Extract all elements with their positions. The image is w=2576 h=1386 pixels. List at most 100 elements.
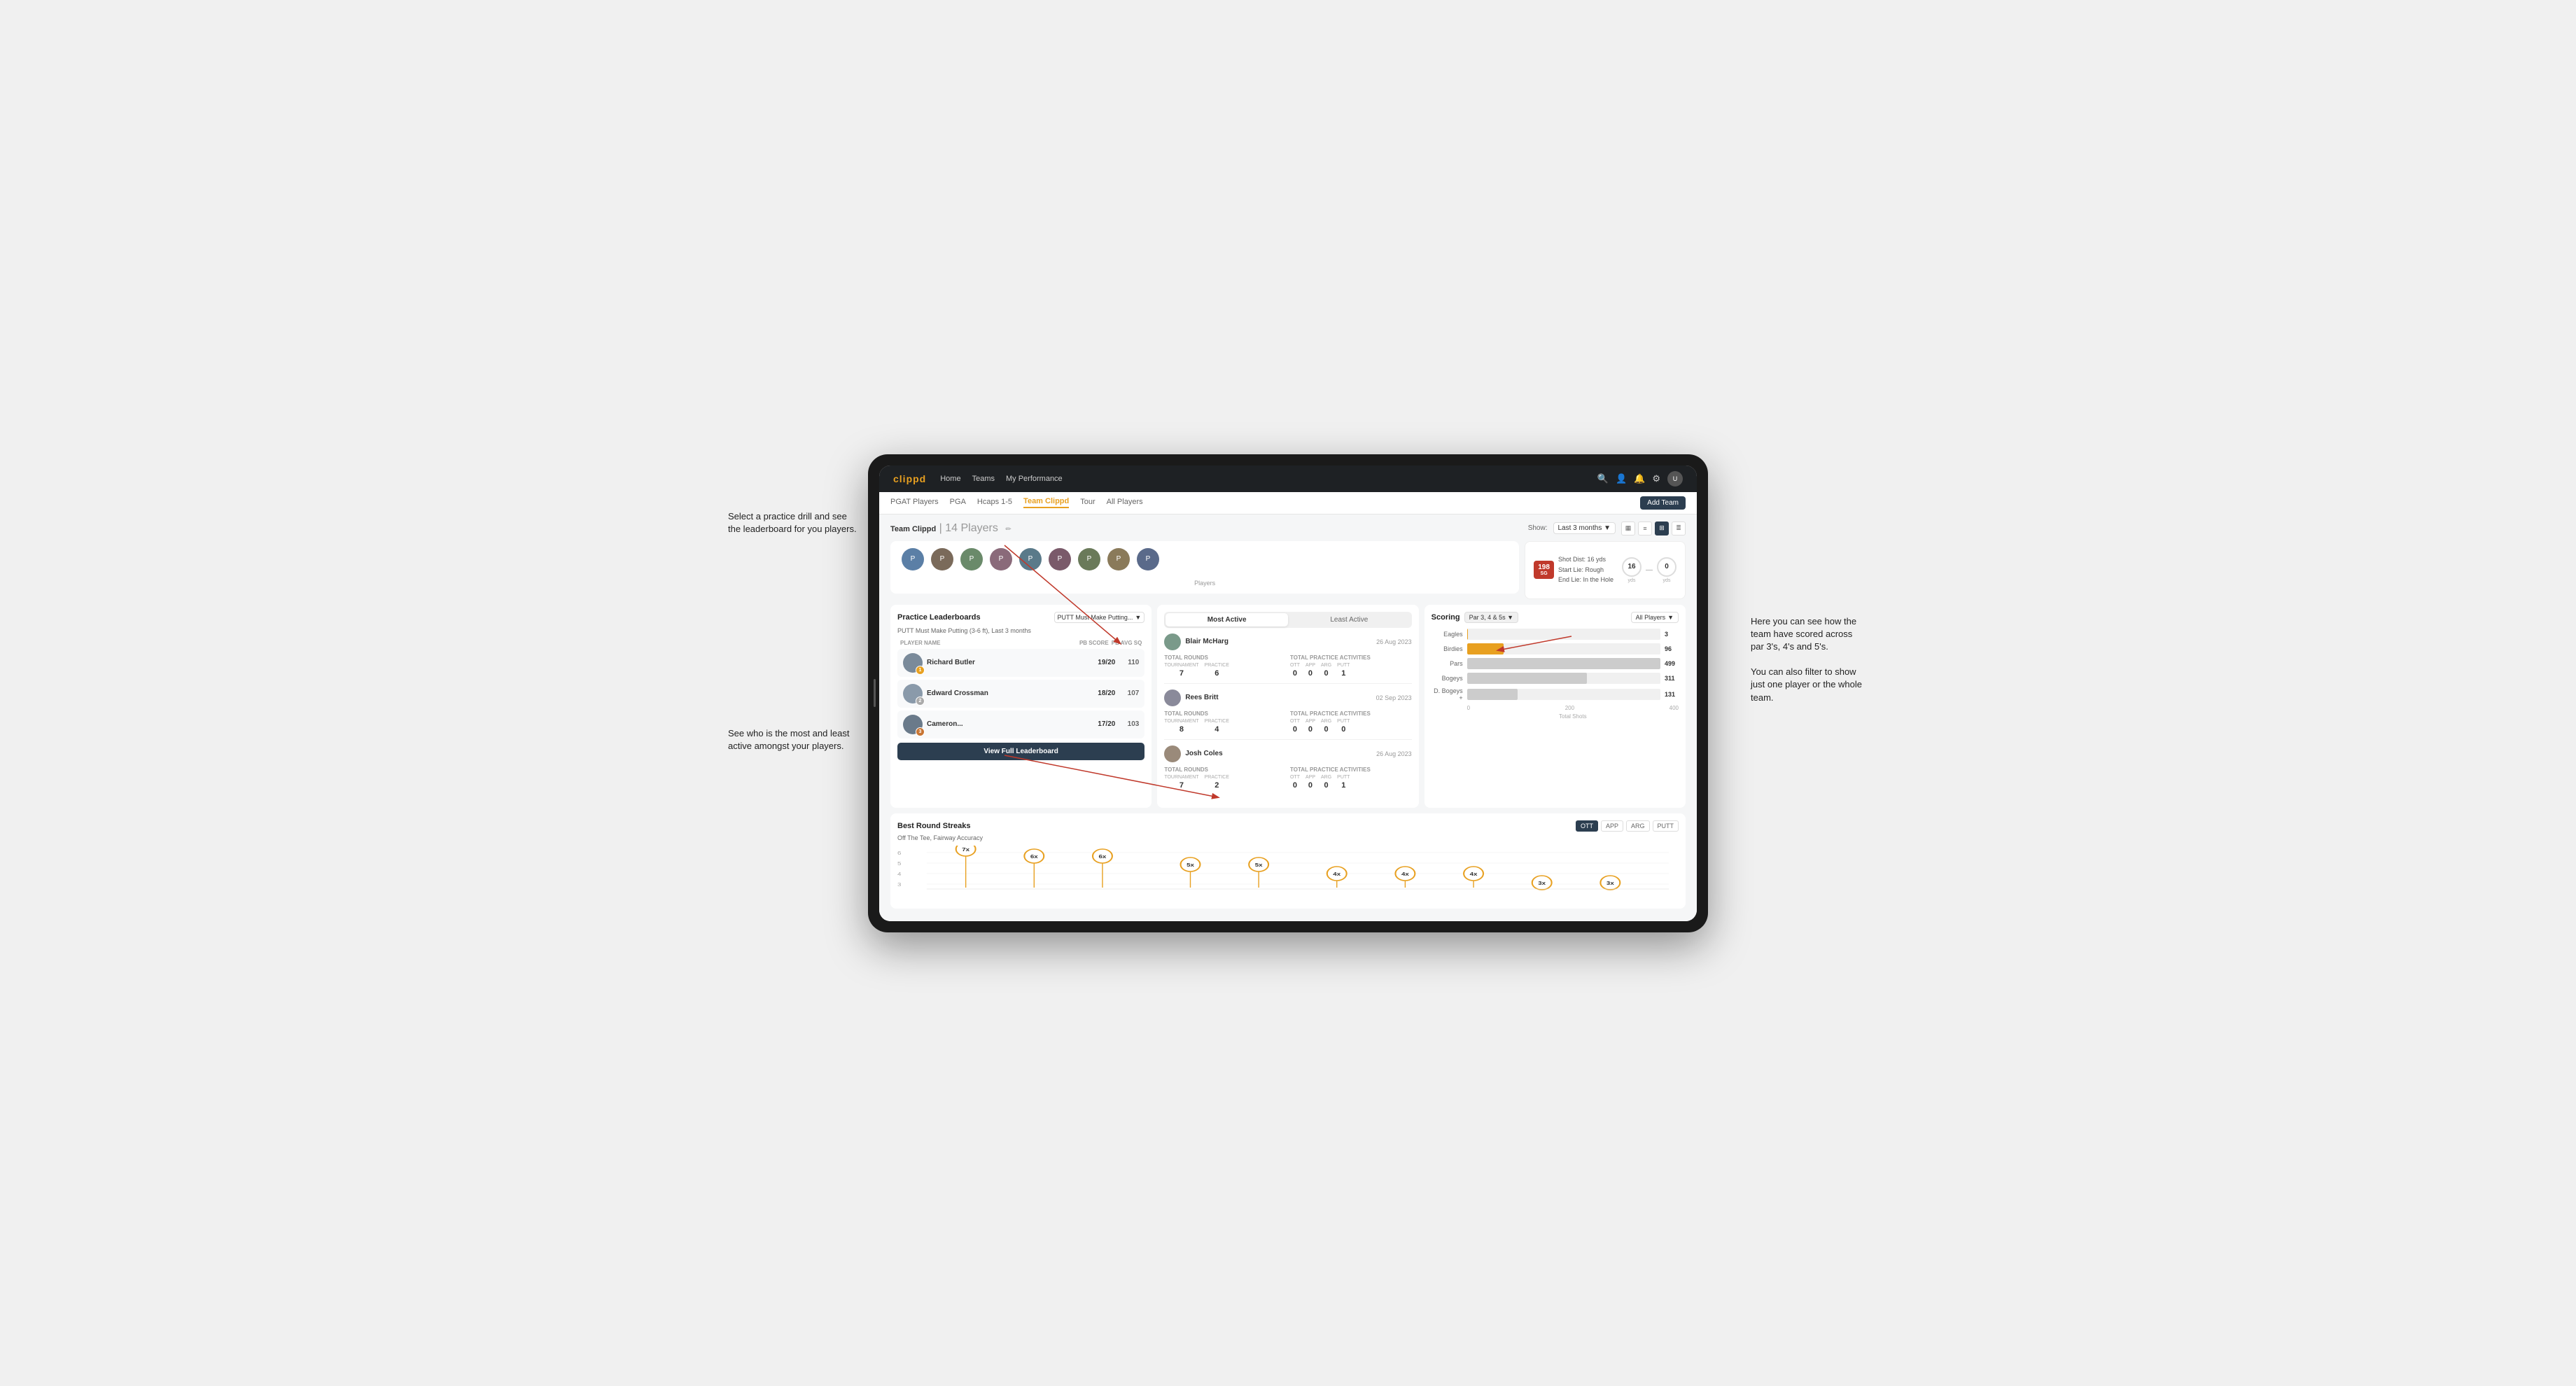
pa-name-1: Blair McHarg: [1185, 638, 1372, 645]
streak-filter-putt[interactable]: PUTT: [1653, 820, 1679, 832]
pa-app-1: 0: [1306, 669, 1315, 678]
bar-fill-dbogeys: [1467, 689, 1518, 700]
bar-value-bogeys: 311: [1665, 675, 1679, 682]
pa-avatar-1: [1164, 634, 1181, 650]
most-active-tab[interactable]: Most Active: [1166, 613, 1288, 626]
scoring-header: Scoring Par 3, 4 & 5s ▼ All Players ▼: [1432, 612, 1679, 623]
pa-rounds-label-1: Total Rounds: [1164, 654, 1286, 661]
bar-fill-eagles: [1467, 629, 1469, 640]
player-avatar-4: P: [990, 548, 1012, 570]
pa-arg-1: 0: [1321, 669, 1331, 678]
sub-nav-pga[interactable]: PGA: [950, 498, 966, 507]
pa-arg-3: 0: [1321, 781, 1331, 790]
lb-name-3: Cameron...: [927, 720, 1093, 728]
pa-name-2: Rees Britt: [1185, 694, 1371, 701]
pa-practice-act-label-1: Total Practice Activities: [1290, 654, 1412, 661]
pa-stats-2: Total Rounds Tournament 8 Practice: [1164, 710, 1411, 734]
pa-header-1: Blair McHarg 26 Aug 2023: [1164, 634, 1411, 650]
streaks-header: Best Round Streaks OTT APP ARG PUTT: [897, 820, 1679, 832]
player-avatar-6: P: [1049, 548, 1071, 570]
nav-home[interactable]: Home: [940, 475, 960, 483]
streak-filter-ott[interactable]: OTT: [1576, 820, 1598, 832]
scoring-bar-chart: Eagles 3 Birdies: [1432, 629, 1679, 720]
sub-nav-pgat[interactable]: PGAT Players: [890, 498, 939, 507]
svg-text:6: 6: [897, 850, 902, 855]
bar-track-eagles: [1467, 629, 1660, 640]
player-avatar-9: P: [1137, 548, 1159, 570]
search-icon[interactable]: 🔍: [1597, 473, 1609, 484]
grid-view-icon[interactable]: ▦: [1621, 522, 1635, 536]
svg-text:4x: 4x: [1333, 871, 1340, 876]
activity-tabs: Most Active Least Active: [1164, 612, 1411, 628]
pa-practice-num-1: 6: [1205, 669, 1229, 678]
activity-player-2: Rees Britt 02 Sep 2023 Total Rounds Tour…: [1164, 690, 1411, 740]
bar-value-dbogeys: 131: [1665, 691, 1679, 698]
player-avatar-3: P: [960, 548, 983, 570]
scoring-par-filter[interactable]: Par 3, 4 & 5s ▼: [1464, 612, 1518, 623]
bar-label-bogeys: Bogeys: [1432, 675, 1463, 682]
sub-nav: PGAT Players PGA Hcaps 1-5 Team Clippd T…: [879, 492, 1697, 514]
logo: clippd: [893, 473, 926, 484]
streak-filter-app[interactable]: APP: [1601, 820, 1623, 832]
card-view-icon[interactable]: ⊞: [1655, 522, 1669, 536]
annotation-top-left: Select a practice drill and see the lead…: [728, 510, 857, 536]
players-row: P P P P P: [890, 541, 1519, 594]
bar-bogeys: Bogeys 311: [1432, 673, 1679, 684]
avatar[interactable]: U: [1667, 471, 1683, 486]
table-view-icon[interactable]: ≣: [1672, 522, 1686, 536]
list-view-icon[interactable]: ≡: [1638, 522, 1652, 536]
add-team-button[interactable]: Add Team: [1640, 496, 1686, 510]
streaks-panel: Best Round Streaks OTT APP ARG PUTT Off …: [890, 813, 1686, 909]
player-4[interactable]: P: [990, 548, 1012, 570]
lb-name-2: Edward Crossman: [927, 690, 1093, 697]
nav-links: Home Teams My Performance: [940, 475, 1583, 483]
streak-filter-arg[interactable]: ARG: [1626, 820, 1650, 832]
show-select[interactable]: Last 3 months ▼: [1553, 522, 1616, 534]
pa-header-2: Rees Britt 02 Sep 2023: [1164, 690, 1411, 706]
player-1[interactable]: P: [902, 548, 924, 570]
shot-details: Shot Dist: 16 yds Start Lie: Rough End L…: [1558, 554, 1614, 584]
svg-text:3x: 3x: [1538, 880, 1546, 886]
shot-circles: 16 yds — 0 yds: [1622, 557, 1676, 583]
nav-my-performance[interactable]: My Performance: [1006, 475, 1063, 483]
edit-icon[interactable]: ✏: [1005, 526, 1011, 533]
player-3[interactable]: P: [960, 548, 983, 570]
pa-stats-1: Total Rounds Tournament 7 Practice: [1164, 654, 1411, 678]
lb-row-2: 2 Edward Crossman 18/20 107: [897, 680, 1144, 708]
lb-avg-1: 110: [1119, 659, 1139, 666]
bell-icon[interactable]: 🔔: [1634, 473, 1645, 484]
pa-practice-label-1: Practice: [1205, 663, 1229, 668]
player-2[interactable]: P: [931, 548, 953, 570]
player-7[interactable]: P: [1078, 548, 1100, 570]
scoring-title: Scoring: [1432, 613, 1460, 622]
sub-nav-tour[interactable]: Tour: [1080, 498, 1095, 507]
pa-tournament-num-1: 7: [1164, 669, 1198, 678]
sub-nav-hcaps[interactable]: Hcaps 1-5: [977, 498, 1012, 507]
main-content: Team Clippd | 14 Players ✏ Show: Last 3 …: [879, 514, 1697, 921]
top-nav: clippd Home Teams My Performance 🔍 👤 🔔 ⚙…: [879, 465, 1697, 492]
least-active-tab[interactable]: Least Active: [1288, 613, 1410, 626]
pa-arg-label-1: ARG: [1321, 663, 1331, 668]
bar-value-birdies: 96: [1665, 645, 1679, 652]
player-9[interactable]: P: [1137, 548, 1159, 570]
lb-avg-3: 103: [1119, 720, 1139, 728]
sub-nav-team-clippd[interactable]: Team Clippd: [1023, 497, 1069, 508]
pa-arg-2: 0: [1321, 725, 1331, 734]
settings-icon[interactable]: ⚙: [1652, 473, 1660, 484]
person-icon[interactable]: 👤: [1616, 473, 1627, 484]
scoring-panel: Scoring Par 3, 4 & 5s ▼ All Players ▼: [1424, 605, 1686, 808]
pa-date-2: 02 Sep 2023: [1376, 694, 1412, 701]
player-5[interactable]: P: [1019, 548, 1042, 570]
bar-birdies: Birdies 96: [1432, 643, 1679, 654]
lb-drill-select[interactable]: PUTT Must Make Putting... ▼: [1054, 612, 1145, 623]
bar-value-pars: 499: [1665, 660, 1679, 667]
player-avatar-8: P: [1107, 548, 1130, 570]
view-full-leaderboard-button[interactable]: View Full Leaderboard: [897, 743, 1144, 760]
sub-nav-all-players[interactable]: All Players: [1107, 498, 1143, 507]
player-8[interactable]: P: [1107, 548, 1130, 570]
pa-name-3: Josh Coles: [1185, 750, 1372, 757]
scoring-players-filter[interactable]: All Players ▼: [1631, 612, 1679, 623]
team-title: Team Clippd: [890, 525, 936, 533]
nav-teams[interactable]: Teams: [972, 475, 995, 483]
player-6[interactable]: P: [1049, 548, 1071, 570]
